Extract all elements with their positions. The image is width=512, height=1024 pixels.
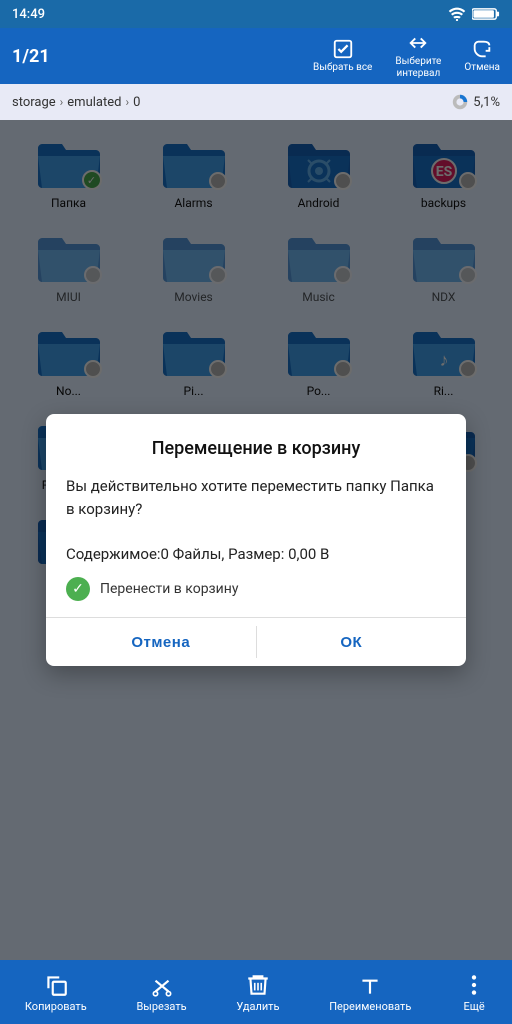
- selection-count: 1/21: [12, 46, 313, 67]
- cut-icon: [149, 972, 175, 998]
- copy-icon: [43, 972, 69, 998]
- wifi-icon: [448, 7, 466, 21]
- select-all-icon: [332, 38, 354, 60]
- select-range-action[interactable]: Выберите интервал: [388, 32, 448, 80]
- cancel-icon: [471, 38, 493, 60]
- top-bar-actions: Выбрать все Выберите интервал Отмена: [313, 32, 500, 80]
- top-bar: 1/21 Выбрать все Выберите интервал Отмен…: [0, 28, 512, 84]
- breadcrumb-sep-2: ›: [125, 95, 129, 109]
- nav-rename[interactable]: Переименовать: [329, 972, 411, 1013]
- nav-more-label: Ещё: [463, 1000, 484, 1013]
- delete-icon: [245, 972, 271, 998]
- storage-percent: 5,1%: [473, 95, 500, 110]
- modal-question: Вы действительно хотите переместить папк…: [66, 475, 446, 520]
- battery-icon: [472, 7, 500, 21]
- storage-pie-icon: [451, 93, 469, 111]
- breadcrumb: storage › emulated › 0 5,1%: [0, 84, 512, 120]
- modal-body: Вы действительно хотите переместить папк…: [66, 475, 446, 565]
- select-all-action[interactable]: Выбрать все: [313, 38, 372, 74]
- breadcrumb-0[interactable]: 0: [133, 95, 140, 110]
- modal-detail: Содержимое:0 Файлы, Размер: 0,00 В: [66, 543, 446, 566]
- status-icons: [448, 7, 500, 21]
- modal-overlay: Перемещение в корзину Вы действительно х…: [0, 120, 512, 960]
- content-area: ✓ Папка Alarms: [0, 120, 512, 960]
- modal-cancel-button[interactable]: Отмена: [66, 618, 256, 666]
- cancel-label: Отмена: [464, 62, 500, 74]
- select-all-label: Выбрать все: [313, 62, 372, 74]
- time: 14:49: [12, 7, 45, 22]
- nav-copy[interactable]: Копировать: [25, 972, 87, 1013]
- nav-cut[interactable]: Вырезать: [136, 972, 186, 1013]
- modal-checkbox-icon: ✓: [66, 577, 90, 601]
- status-bar: 14:49: [0, 0, 512, 28]
- more-icon: [461, 972, 487, 998]
- nav-copy-label: Копировать: [25, 1000, 87, 1013]
- breadcrumb-sep-1: ›: [60, 95, 64, 109]
- modal-ok-button[interactable]: ОК: [257, 618, 447, 666]
- nav-cut-label: Вырезать: [136, 1000, 186, 1013]
- modal-checkbox-row[interactable]: ✓ Перенести в корзину: [66, 577, 446, 601]
- breadcrumb-storage[interactable]: storage: [12, 95, 56, 110]
- rename-icon: [357, 972, 383, 998]
- nav-more[interactable]: Ещё: [461, 972, 487, 1013]
- modal-title: Перемещение в корзину: [66, 438, 446, 459]
- select-range-icon: [407, 32, 429, 54]
- storage-info: 5,1%: [451, 93, 500, 111]
- nav-delete[interactable]: Удалить: [236, 972, 279, 1013]
- nav-rename-label: Переименовать: [329, 1000, 411, 1013]
- modal-buttons: Отмена ОК: [66, 618, 446, 666]
- breadcrumb-emulated[interactable]: emulated: [67, 95, 121, 110]
- cancel-action[interactable]: Отмена: [464, 38, 500, 74]
- modal-dialog: Перемещение в корзину Вы действительно х…: [46, 414, 466, 666]
- bottom-nav: Копировать Вырезать Удалить Переименоват…: [0, 960, 512, 1024]
- modal-checkbox-label: Перенести в корзину: [100, 581, 238, 597]
- nav-delete-label: Удалить: [236, 1000, 279, 1013]
- select-range-label: Выберите интервал: [388, 56, 448, 80]
